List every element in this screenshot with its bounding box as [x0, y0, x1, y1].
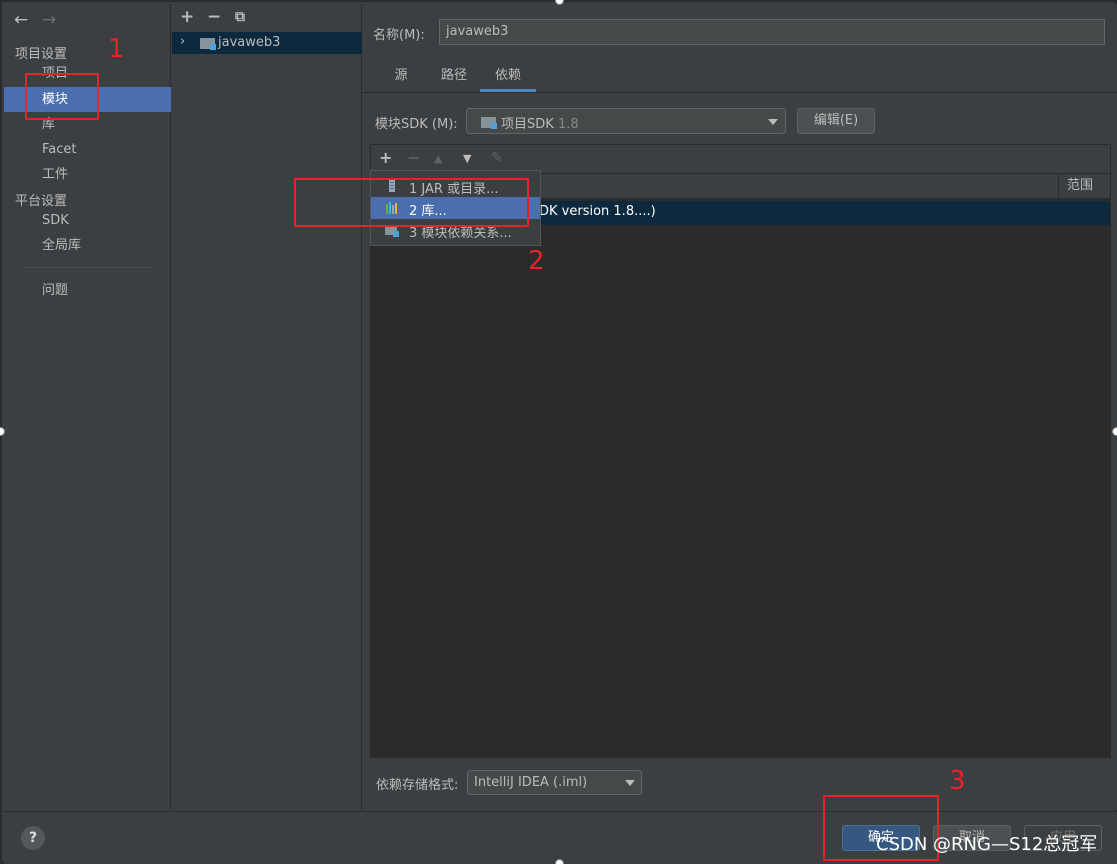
copy-icon[interactable]: ⧉: [235, 9, 245, 25]
storage-format-select[interactable]: IntelliJ IDEA (.iml): [467, 770, 642, 795]
tab-sources[interactable]: 源: [390, 66, 412, 92]
resize-handle: [555, 859, 564, 864]
annotation-box-2: [294, 178, 529, 227]
storage-format-label: 依赖存储格式:: [376, 778, 459, 793]
add-dependency-icon[interactable]: +: [379, 148, 392, 167]
storage-format-value: IntelliJ IDEA (.iml): [474, 775, 588, 790]
edit-sdk-button[interactable]: 编辑(E): [797, 108, 875, 134]
module-tree-panel: + − ⧉ › javaweb3: [172, 4, 362, 810]
nav-item-artifacts[interactable]: 工件: [4, 162, 171, 187]
annotation-number-1: 1: [108, 34, 125, 64]
module-sdk-select[interactable]: 项目SDK 1.8: [466, 108, 786, 134]
dependency-row-label: DK version 1.8....): [539, 204, 656, 219]
nav-divider: [24, 267, 154, 268]
chevron-down-icon: [768, 119, 778, 125]
nav-item-problems[interactable]: 问题: [4, 278, 171, 303]
nav-item-sdk[interactable]: SDK: [4, 208, 171, 233]
annotation-number-3: 3: [949, 766, 966, 796]
remove-icon[interactable]: −: [207, 7, 221, 27]
dependencies-toolbar: + − ▲ ▼ ✎: [371, 145, 1110, 173]
sdk-select-value: 项目SDK 1.8: [501, 117, 579, 132]
tab-dependencies[interactable]: 依赖: [480, 66, 536, 92]
annotation-number-2: 2: [528, 246, 545, 276]
nav-heading-project-settings: 项目设置: [15, 47, 68, 62]
tab-divider: [363, 92, 1117, 93]
project-structure-dialog: ← → 项目设置 项目 模块 库 Facet 工件 平台设置 SDK 全局库 问…: [0, 0, 1117, 864]
move-up-icon[interactable]: ▲: [434, 152, 442, 165]
add-icon[interactable]: +: [180, 7, 194, 27]
remove-dependency-icon[interactable]: −: [407, 148, 420, 167]
name-label: 名称(M):: [373, 28, 425, 43]
scope-column-header[interactable]: 范围: [1058, 174, 1110, 198]
forward-arrow-icon[interactable]: →: [42, 10, 56, 30]
nav-item-global-libraries[interactable]: 全局库: [4, 233, 171, 258]
nav-item-facet[interactable]: Facet: [4, 137, 171, 162]
chevron-down-icon: [625, 780, 635, 786]
module-name: javaweb3: [218, 35, 281, 50]
module-name-field[interactable]: javaweb3: [439, 19, 1105, 45]
help-icon[interactable]: ?: [21, 826, 45, 850]
module-settings-panel: 名称(M): javaweb3 源 路径 依赖 模块SDK (M): 项目SDK…: [363, 4, 1117, 810]
settings-nav: ← → 项目设置 项目 模块 库 Facet 工件 平台设置 SDK 全局库 问…: [4, 4, 171, 810]
chevron-right-icon[interactable]: ›: [180, 34, 185, 49]
sdk-folder-icon: [481, 117, 497, 129]
back-arrow-icon[interactable]: ←: [14, 10, 28, 30]
nav-heading-platform-settings: 平台设置: [15, 194, 68, 209]
dependencies-list: DK version 1.8....): [371, 199, 1110, 757]
tab-paths[interactable]: 路径: [435, 66, 473, 92]
module-sdk-label: 模块SDK (M):: [375, 117, 458, 132]
watermark: CSDN @RNG—S12总冠军: [876, 834, 1098, 855]
tree-row-module[interactable]: › javaweb3: [172, 32, 362, 54]
resize-handle: [1112, 427, 1117, 436]
move-down-icon[interactable]: ▼: [463, 152, 471, 165]
annotation-box-1: [25, 73, 99, 120]
module-folder-icon: [200, 38, 216, 50]
edit-pencil-icon[interactable]: ✎: [491, 150, 503, 166]
